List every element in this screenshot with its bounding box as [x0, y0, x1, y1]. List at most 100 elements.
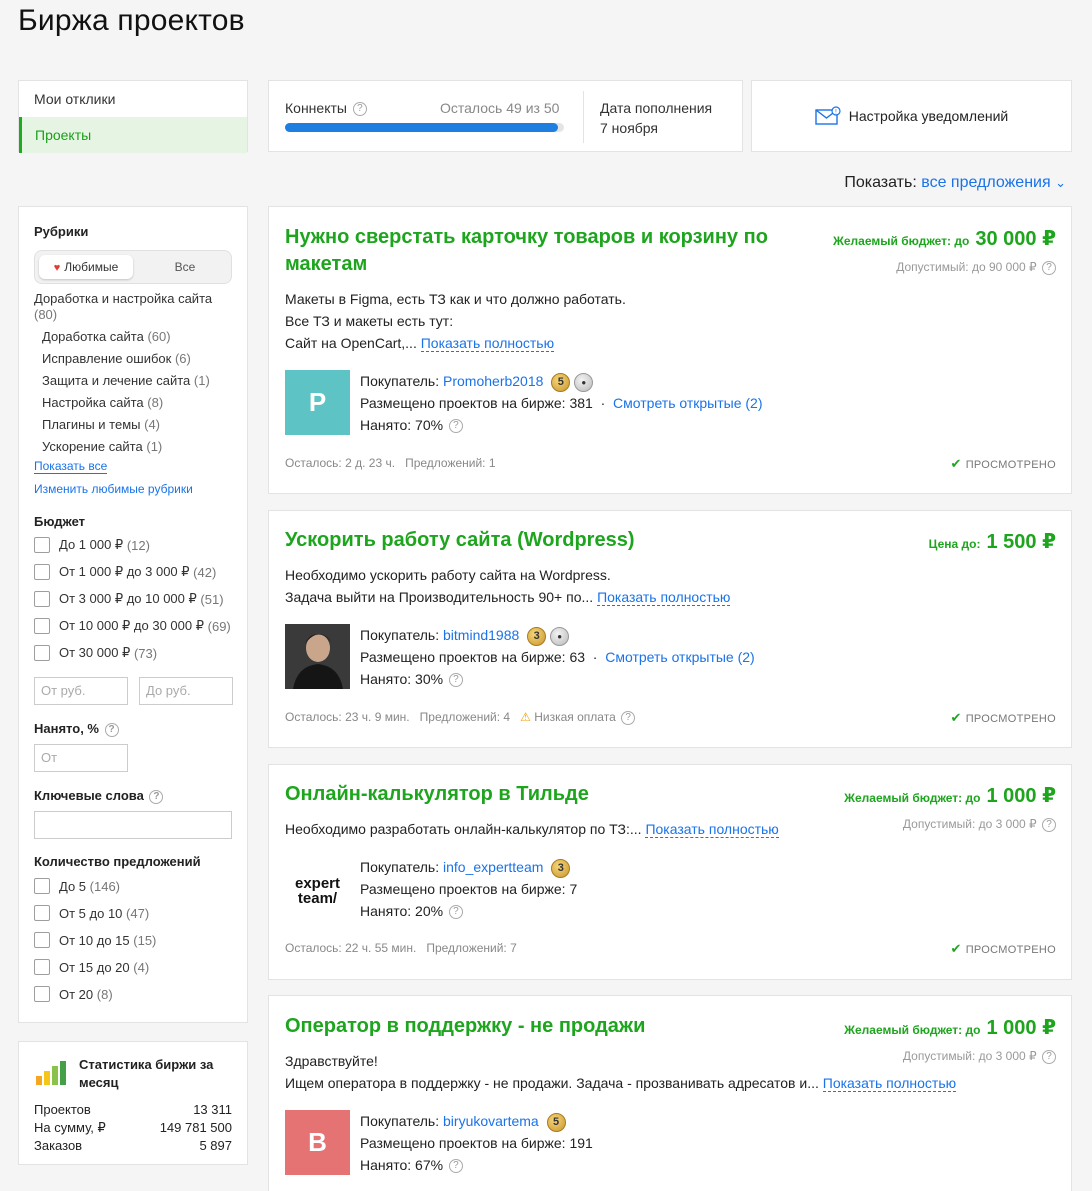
- checkbox[interactable]: [34, 618, 50, 634]
- warning-icon: ⚠: [520, 710, 531, 724]
- project-title[interactable]: Оператор в поддержку - не продажи: [285, 1013, 645, 1040]
- avatar[interactable]: P: [285, 370, 350, 435]
- category-item[interactable]: Ускорение сайта (1): [42, 439, 162, 454]
- tab-my-responses[interactable]: Мои отклики: [19, 81, 247, 117]
- project-budget: Цена до: 1 500 ₽: [928, 531, 1056, 553]
- open-projects-link[interactable]: Смотреть открытые (2): [605, 649, 754, 665]
- checkbox[interactable]: [34, 564, 50, 580]
- budget-checkbox[interactable]: От 30 000 ₽ (73): [34, 645, 157, 661]
- buyer-info: Покупатель: biryukovartema 5 Размещено п…: [360, 1112, 593, 1174]
- connects-panel: Коннекты ? Осталось 49 из 50 Дата пополн…: [268, 80, 743, 152]
- project-card: Онлайн-калькулятор в Тильде Желаемый бюд…: [268, 764, 1072, 980]
- show-all-link[interactable]: Показать все: [34, 459, 108, 474]
- budget-checkbox[interactable]: От 3 000 ₽ до 10 000 ₽ (51): [34, 591, 224, 607]
- buyer-info: Покупатель: info_expertteam 3 Размещено …: [360, 858, 578, 920]
- checkbox[interactable]: [34, 986, 50, 1002]
- help-icon[interactable]: ?: [352, 102, 367, 117]
- checkbox[interactable]: [34, 878, 50, 894]
- help-icon[interactable]: ?: [448, 1159, 463, 1174]
- help-icon[interactable]: ?: [149, 789, 164, 804]
- project-title[interactable]: Ускорить работу сайта (Wordpress): [285, 527, 635, 554]
- show-more-link[interactable]: Показать полностью: [645, 821, 779, 838]
- viewed-status: ✔ ПРОСМОТРЕНО: [950, 941, 1056, 956]
- hired-input[interactable]: От: [34, 744, 128, 772]
- budget-from-input[interactable]: От руб.: [34, 677, 128, 705]
- project-budget: Желаемый бюджет: до 1 000 ₽: [844, 1017, 1056, 1039]
- exchange-stats: Статистика биржи за месяц Проектов 13 311…: [18, 1041, 248, 1165]
- help-icon[interactable]: ?: [448, 905, 463, 920]
- budget-checkbox[interactable]: От 1 000 ₽ до 3 000 ₽ (42): [34, 564, 216, 580]
- avatar[interactable]: B: [285, 1110, 350, 1175]
- project-title[interactable]: Нужно сверстать карточку товаров и корзи…: [285, 224, 805, 278]
- category-item[interactable]: Плагины и темы (4): [42, 417, 160, 432]
- avatar-photo[interactable]: [285, 624, 350, 689]
- project-card: Нужно сверстать карточку товаров и корзи…: [268, 206, 1072, 494]
- offers-checkbox[interactable]: От 20 (8): [34, 986, 113, 1002]
- bar-chart-icon: [36, 1061, 66, 1085]
- project-footer: Осталось: 23 ч. 9 мин. Предложений: 4 ⚠ …: [285, 710, 636, 725]
- checkbox[interactable]: [34, 645, 50, 661]
- category-item[interactable]: Защита и лечение сайта (1): [42, 373, 210, 388]
- help-icon[interactable]: ?: [1042, 1049, 1056, 1064]
- offers-checkbox[interactable]: От 15 до 20 (4): [34, 959, 149, 975]
- envelope-icon: !: [815, 106, 841, 125]
- level-badge-icon: 3: [527, 626, 547, 646]
- offers-checkbox[interactable]: От 10 до 15 (15): [34, 932, 156, 948]
- project-footer: Осталось: 22 ч. 55 мин. Предложений: 7: [285, 941, 517, 955]
- checkbox[interactable]: [34, 537, 50, 553]
- edit-favorites-link[interactable]: Изменить любимые рубрики: [34, 482, 193, 496]
- offers-title: Количество предложений: [34, 854, 201, 869]
- help-icon[interactable]: ?: [104, 722, 119, 737]
- buyer-info: Покупатель: bitmind1988 3 ● Размещено про…: [360, 626, 755, 688]
- divider: [583, 91, 584, 143]
- buyer-link[interactable]: info_expertteam: [443, 859, 543, 875]
- all-toggle[interactable]: Все: [145, 255, 225, 279]
- show-filter-dropdown[interactable]: все предложения ⌄: [921, 174, 1066, 191]
- checkbox[interactable]: [34, 932, 50, 948]
- help-icon[interactable]: ?: [1042, 260, 1056, 275]
- category-item[interactable]: Настройка сайта (8): [42, 395, 163, 410]
- buyer-link[interactable]: biryukovartema: [443, 1113, 539, 1129]
- offers-checkbox[interactable]: От 5 до 10 (47): [34, 905, 149, 921]
- show-more-link[interactable]: Показать полностью: [597, 589, 731, 606]
- show-filter: Показать: все предложения ⌄: [844, 174, 1066, 191]
- hired-title: Нанято, % ?: [34, 721, 119, 737]
- help-icon[interactable]: ?: [448, 673, 463, 688]
- refill-date: 7 ноября: [600, 120, 659, 136]
- checkbox[interactable]: [34, 591, 50, 607]
- tab-projects[interactable]: Проекты: [19, 117, 247, 153]
- buyer-link[interactable]: Promoherb2018: [443, 373, 543, 389]
- category-item[interactable]: Доработка сайта (60): [42, 329, 171, 344]
- keywords-title: Ключевые слова ?: [34, 788, 164, 804]
- category-item[interactable]: Исправление ошибок (6): [42, 351, 191, 366]
- project-title[interactable]: Онлайн-калькулятор в Тильде: [285, 781, 589, 808]
- avatar-logo[interactable]: expert team/: [285, 864, 350, 929]
- show-more-link[interactable]: Показать полностью: [420, 335, 555, 352]
- budget-to-input[interactable]: До руб.: [139, 677, 233, 705]
- heart-icon: ♥: [53, 262, 61, 274]
- category-parent[interactable]: Доработка и настройка сайта (80): [34, 291, 234, 323]
- favorites-toggle[interactable]: ♥ Любимые: [39, 255, 133, 279]
- notification-settings-button[interactable]: ! Настройка уведомлений: [751, 80, 1072, 152]
- silver-badge-icon: ●: [550, 626, 570, 646]
- offers-checkbox[interactable]: До 5 (146): [34, 878, 120, 894]
- check-icon: ✔: [950, 456, 962, 471]
- help-icon[interactable]: ?: [448, 419, 463, 434]
- checkbox[interactable]: [34, 905, 50, 921]
- stats-row: На сумму, ₽149 781 500: [34, 1120, 232, 1135]
- checkbox[interactable]: [34, 959, 50, 975]
- budget-checkbox[interactable]: До 1 000 ₽ (12): [34, 537, 150, 553]
- viewed-status: ✔ ПРОСМОТРЕНО: [950, 710, 1056, 725]
- check-icon: ✔: [950, 710, 962, 725]
- keywords-input[interactable]: [34, 811, 232, 839]
- project-description: Необходимо ускорить работу сайта на Word…: [285, 567, 731, 606]
- buyer-link[interactable]: bitmind1988: [443, 627, 519, 643]
- level-badge-icon: 5: [551, 372, 571, 392]
- show-more-link[interactable]: Показать полностью: [822, 1075, 957, 1092]
- connects-progress-fill: [285, 123, 559, 132]
- budget-checkbox[interactable]: От 10 000 ₽ до 30 000 ₽ (69): [34, 618, 231, 634]
- open-projects-link[interactable]: Смотреть открытые (2): [613, 395, 762, 411]
- help-icon[interactable]: ?: [621, 710, 636, 725]
- help-icon[interactable]: ?: [1042, 817, 1056, 832]
- avatar-image: [285, 624, 350, 689]
